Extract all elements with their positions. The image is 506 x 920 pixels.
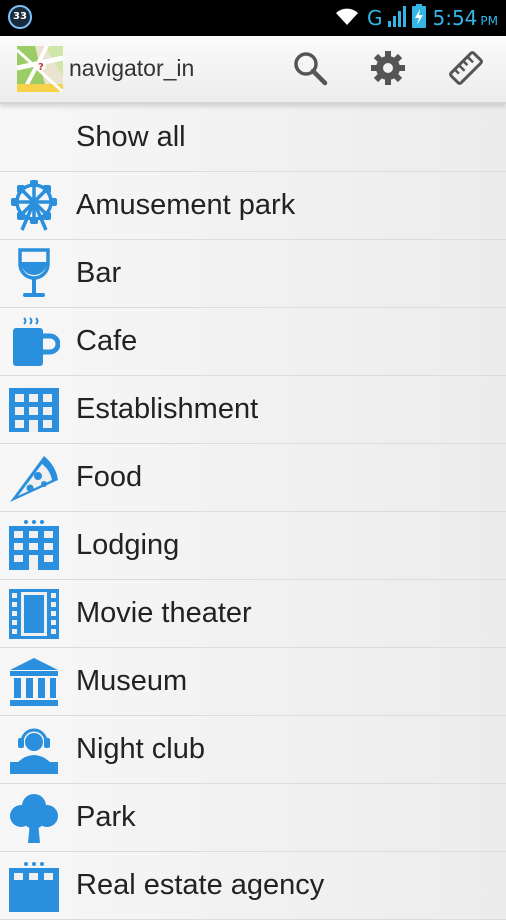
app-icon[interactable]: ? bbox=[15, 45, 65, 94]
network-type: G bbox=[366, 6, 383, 30]
wifi-icon bbox=[333, 5, 361, 32]
category-list: Show all Amusement park Bar Cafe Establi… bbox=[0, 104, 506, 920]
list-item-park[interactable]: Park bbox=[0, 784, 506, 852]
battery-charging-icon bbox=[412, 3, 427, 33]
film-strip-icon bbox=[8, 588, 60, 640]
building-icon bbox=[8, 384, 60, 436]
list-item-cafe[interactable]: Cafe bbox=[0, 308, 506, 376]
status-bar: 33 G 5:54 PM bbox=[0, 0, 506, 36]
list-item-label: Show all bbox=[76, 121, 186, 153]
list-item-label: Food bbox=[76, 461, 143, 493]
tree-icon bbox=[8, 792, 60, 844]
ferris-wheel-icon bbox=[8, 180, 60, 232]
ruler-button[interactable] bbox=[444, 48, 488, 92]
list-item-real-estate-agency[interactable]: Real estate agency bbox=[0, 852, 506, 920]
list-item-label: Museum bbox=[76, 665, 188, 697]
real-estate-icon bbox=[8, 860, 60, 912]
list-item-lodging[interactable]: Lodging bbox=[0, 512, 506, 580]
list-item-label: Park bbox=[76, 801, 136, 833]
list-item-establishment[interactable]: Establishment bbox=[0, 376, 506, 444]
search-icon bbox=[292, 50, 328, 91]
hotel-icon bbox=[8, 520, 60, 572]
list-item-food[interactable]: Food bbox=[0, 444, 506, 512]
list-item-label: Establishment bbox=[76, 393, 259, 425]
action-bar: ? navigator_in bbox=[0, 36, 506, 104]
dj-icon bbox=[8, 724, 60, 776]
search-button[interactable] bbox=[288, 48, 332, 92]
list-item-night-club[interactable]: Night club bbox=[0, 716, 506, 784]
list-item-label: Lodging bbox=[76, 529, 180, 561]
list-item-label: Cafe bbox=[76, 325, 138, 357]
list-item-museum[interactable]: Museum bbox=[0, 648, 506, 716]
list-item-label: Movie theater bbox=[76, 597, 252, 629]
coffee-cup-icon bbox=[8, 316, 61, 368]
list-item-label: Amusement park bbox=[76, 189, 296, 221]
notification-badge: 33 bbox=[8, 5, 32, 29]
pizza-slice-icon bbox=[8, 452, 60, 504]
list-item-movie-theater[interactable]: Movie theater bbox=[0, 580, 506, 648]
list-item-bar[interactable]: Bar bbox=[0, 240, 506, 308]
list-item-amusement-park[interactable]: Amusement park bbox=[0, 172, 506, 240]
list-item-label: Real estate agency bbox=[76, 869, 325, 901]
museum-icon bbox=[8, 656, 60, 708]
clock: 5:54 PM bbox=[432, 6, 498, 30]
settings-button[interactable] bbox=[366, 48, 410, 92]
svg-text:?: ? bbox=[38, 62, 44, 73]
clock-ampm: PM bbox=[480, 14, 498, 28]
ruler-icon bbox=[448, 50, 484, 91]
signal-icon bbox=[388, 5, 407, 32]
wine-glass-icon bbox=[8, 248, 60, 300]
list-item-label: Bar bbox=[76, 257, 122, 289]
clock-time: 5:54 bbox=[432, 6, 478, 30]
list-item-label: Night club bbox=[76, 733, 205, 765]
gear-icon bbox=[370, 50, 406, 91]
app-title: navigator_in bbox=[69, 55, 195, 81]
list-item-show-all[interactable]: Show all bbox=[0, 104, 506, 172]
